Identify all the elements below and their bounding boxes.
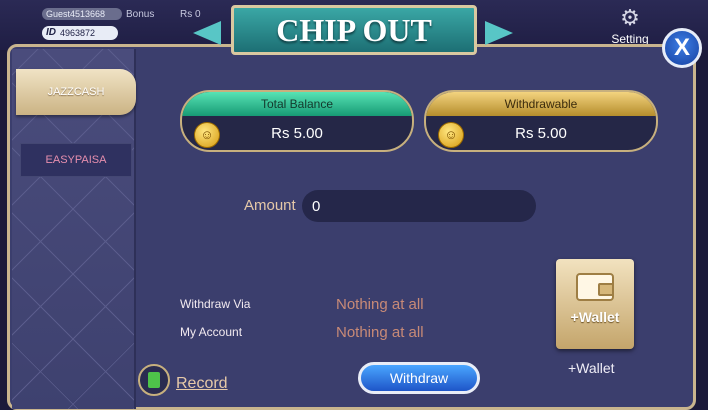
user-id-box: ID 4963872 bbox=[42, 26, 118, 40]
record-link[interactable]: Record bbox=[176, 375, 228, 393]
wallet-icon bbox=[576, 273, 614, 301]
withdrawable-label: Withdrawable bbox=[426, 92, 656, 116]
id-prefix: ID bbox=[46, 27, 56, 38]
dialog-title: CHIP OUT bbox=[231, 5, 477, 55]
total-balance-label: Total Balance bbox=[182, 92, 412, 116]
username-label: Guest4513668 bbox=[42, 8, 122, 20]
my-account-value[interactable]: Nothing at all bbox=[336, 324, 424, 341]
tab-easypaisa[interactable]: EASYPAISA bbox=[20, 143, 132, 177]
withdrawable-card: Withdrawable ☺ Rs 5.00 bbox=[424, 90, 658, 152]
withdrawable-value: Rs 5.00 bbox=[515, 125, 567, 142]
payment-sidebar: JAZZCASH EASYPAISA bbox=[12, 49, 136, 409]
settings-button[interactable]: ⚙ Setting bbox=[608, 5, 652, 47]
amount-input[interactable] bbox=[302, 190, 536, 222]
title-banner: CHIP OUT bbox=[193, 3, 513, 55]
my-account-label: My Account bbox=[180, 325, 243, 339]
add-wallet-button-label: +Wallet bbox=[570, 309, 620, 325]
withdraw-via-label: Withdraw Via bbox=[180, 297, 251, 311]
close-button[interactable]: X bbox=[662, 28, 702, 68]
total-balance-card: Total Balance ☺ Rs 5.00 bbox=[180, 90, 414, 152]
add-wallet-button[interactable]: +Wallet bbox=[556, 259, 634, 349]
user-id-value: 4963872 bbox=[60, 28, 96, 38]
banner-right-arrow bbox=[485, 21, 513, 45]
bonus-label: Bonus bbox=[126, 9, 155, 20]
withdraw-via-value[interactable]: Nothing at all bbox=[336, 296, 424, 313]
tab-jazzcash[interactable]: JAZZCASH bbox=[16, 69, 136, 115]
withdraw-button[interactable]: Withdraw bbox=[358, 362, 480, 394]
record-icon[interactable] bbox=[138, 364, 170, 396]
document-icon bbox=[148, 372, 160, 388]
amount-label: Amount bbox=[244, 197, 296, 214]
total-balance-value: Rs 5.00 bbox=[271, 125, 323, 142]
banner-left-arrow bbox=[193, 21, 221, 45]
gear-icon: ⚙ bbox=[620, 5, 640, 30]
add-wallet-caption: +Wallet bbox=[568, 360, 615, 376]
